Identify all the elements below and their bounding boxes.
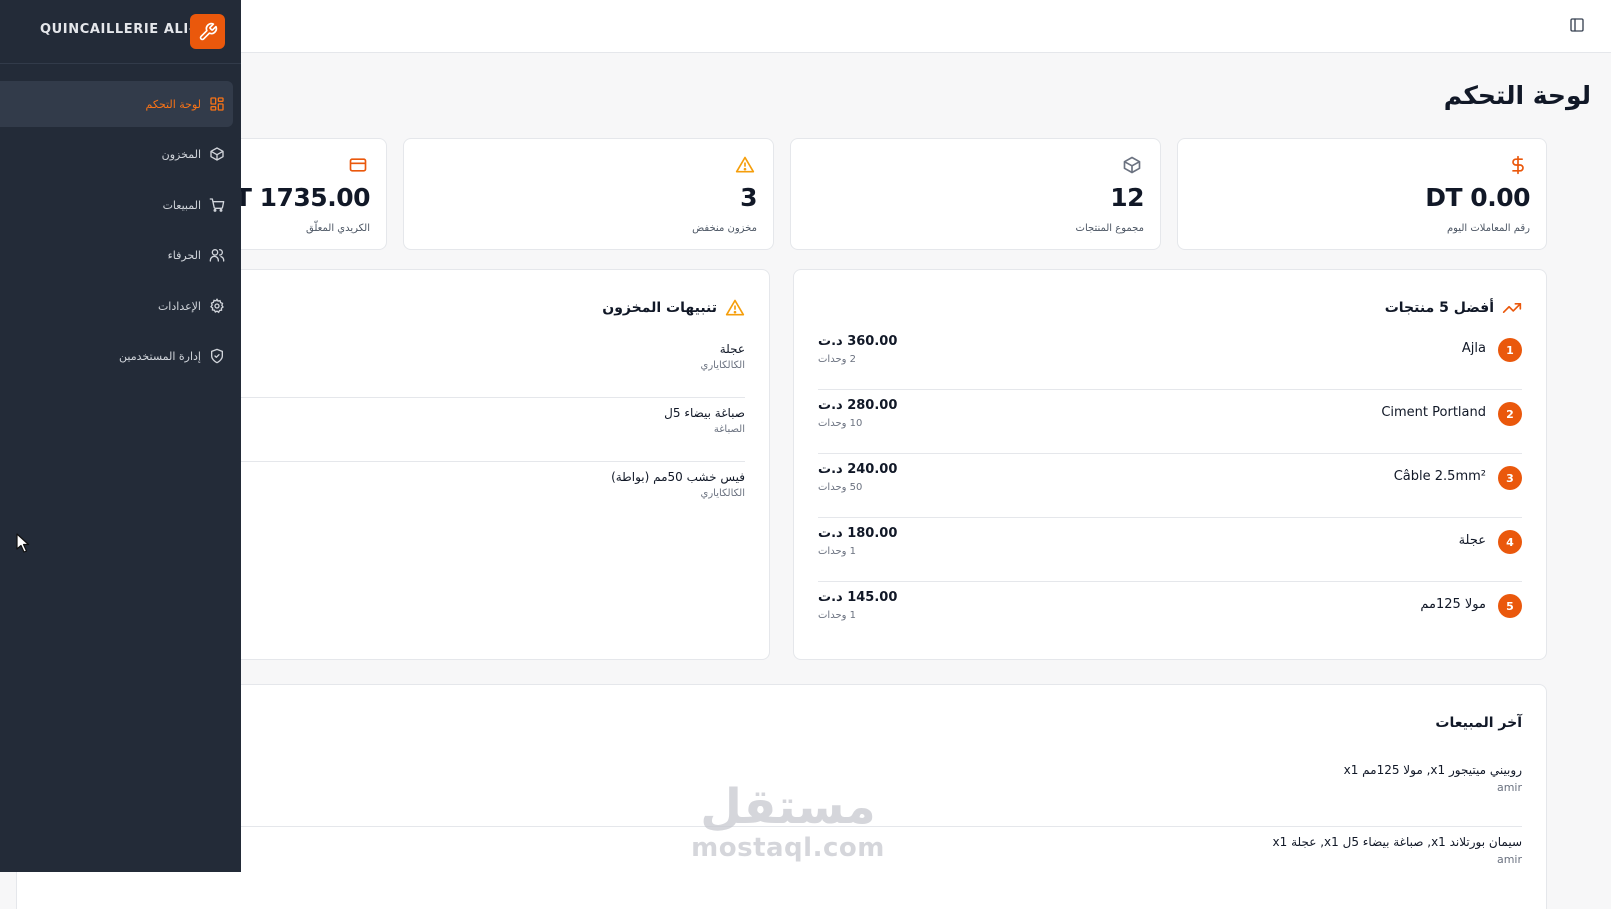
list-item: 3 Câble 2.5mm² 240.00 د.ت 50 وحدات [818,454,1522,518]
sale-items: سيمان بورتلاند x1, صباغة بيضاء 5ل x1, عج… [1272,835,1523,849]
dashboard-grid-icon [209,96,225,112]
sidebar-item-dashboard[interactable]: لوحة التحكم [0,81,233,127]
alert-category: الصباغة [713,424,745,435]
main-content: لوحة التحكم DT 0.00 رقم المعاملات اليوم … [0,53,1611,909]
sidebar-item-label: المخزون [161,147,201,161]
stat-value: DT 0.00 [1425,183,1530,212]
rank-badge: 3 [1498,466,1522,490]
alert-category: الكالكاياري [700,488,746,499]
alert-triangle-icon [735,156,755,173]
sidebar: QUINCAILLERIE ALI-GH لوحة التحكم المخزون… [0,0,241,872]
sidebar-item-inventory[interactable]: المخزون [0,131,233,177]
product-units: 1 وحدات [818,610,857,621]
product-name: Ajla [1461,341,1486,356]
alert-triangle-icon [725,299,745,316]
alert-product-name: عجلة [719,342,745,356]
alert-product-name: صباغة بيضاء 5ل [664,406,745,420]
rank-badge: 1 [1498,338,1522,362]
stat-value: 3 [740,183,757,212]
stat-label: الكريدي المعلّق [306,223,370,234]
panel-title: تنبيهات المخزون [602,298,745,318]
product-units: 1 وحدات [818,546,857,557]
box-icon [209,146,225,162]
box-icon [1123,156,1141,174]
product-name: عجلة [1458,533,1486,548]
gear-icon [209,298,225,314]
product-revenue: 360.00 د.ت [818,334,898,349]
sidebar-item-user-management[interactable]: إدارة المستخدمين [0,333,233,379]
list-item: 1 Ajla 360.00 د.ت 2 وحدات [818,326,1522,390]
product-name: Câble 2.5mm² [1393,469,1486,484]
cart-icon [209,197,225,213]
stat-label: رقم المعاملات اليوم [1446,223,1530,234]
panel-title: أفضل 5 منتجات [1385,298,1522,318]
sidebar-item-label: المبيعات [162,198,201,212]
rank-badge: 5 [1498,594,1522,618]
top-bar [0,0,1611,53]
rank-badge: 4 [1498,530,1522,554]
stat-card-low-stock: 3 مخزون منخفض [403,138,774,250]
sidebar-item-label: إدارة المستخدمين [119,349,201,363]
product-name: Ciment Portland [1381,405,1486,420]
brand-logo [190,14,225,49]
sale-items: روبيني ميتيجور x1, مولا 125مم x1 [1343,763,1522,777]
brand-header: QUINCAILLERIE ALI-GH [0,0,241,64]
list-item: 5 مولا 125مم 145.00 د.ت 1 وحدات [818,582,1522,646]
list-item: 2 Ciment Portland 280.00 د.ت 10 وحدات [818,390,1522,454]
stat-value: 12 [1110,183,1144,212]
rank-badge: 2 [1498,402,1522,426]
product-name: مولا 125مم [1420,597,1486,612]
alert-category: الكالكاياري [700,360,746,371]
panel-title: آخر المبيعات [1435,715,1522,731]
sidebar-item-sales[interactable]: المبيعات [0,182,233,228]
sidebar-item-label: الحرفاء [167,248,201,262]
watermark: مستقل mostaql.com [688,780,888,862]
stat-card-today-revenue: DT 0.00 رقم المعاملات اليوم [1177,138,1547,250]
sidebar-item-label: الإعدادات [157,299,201,313]
trending-up-icon [1502,303,1522,313]
sidebar-item-customers[interactable]: الحرفاء [0,232,233,278]
dollar-icon [1512,155,1524,175]
users-icon [209,247,225,263]
sale-user: amir [1496,781,1522,794]
stat-card-total-products: 12 مجموع المنتجات [790,138,1161,250]
wrench-icon [199,22,217,40]
alert-product-name: فيس خشب 50مم (بواطة) [611,470,745,484]
sidebar-item-settings[interactable]: الإعدادات [0,283,233,329]
shield-icon [209,348,225,364]
sidebar-toggle-icon[interactable] [1569,17,1585,33]
credit-card-icon [349,158,367,172]
product-revenue: 145.00 د.ت [818,590,898,605]
stat-label: مخزون منخفض [692,223,757,234]
watermark-latin: mostaql.com [691,833,885,863]
top-products-panel: أفضل 5 منتجات 1 Ajla 360.00 د.ت 2 وحدات … [793,269,1547,660]
product-revenue: 180.00 د.ت [818,526,898,541]
watermark-arabic: مستقل [700,779,876,835]
product-units: 50 وحدات [818,482,863,493]
stat-label: مجموع المنتجات [1075,223,1144,234]
mouse-cursor-icon [16,533,30,553]
list-item: 4 عجلة 180.00 د.ت 1 وحدات [818,518,1522,582]
product-units: 10 وحدات [818,418,863,429]
page-title: لوحة التحكم [1443,81,1591,110]
sale-user: amir [1496,853,1522,866]
product-revenue: 240.00 د.ت [818,462,898,477]
sidebar-item-label: لوحة التحكم [145,97,201,111]
product-revenue: 280.00 د.ت [818,398,898,413]
product-units: 2 وحدات [818,354,857,365]
